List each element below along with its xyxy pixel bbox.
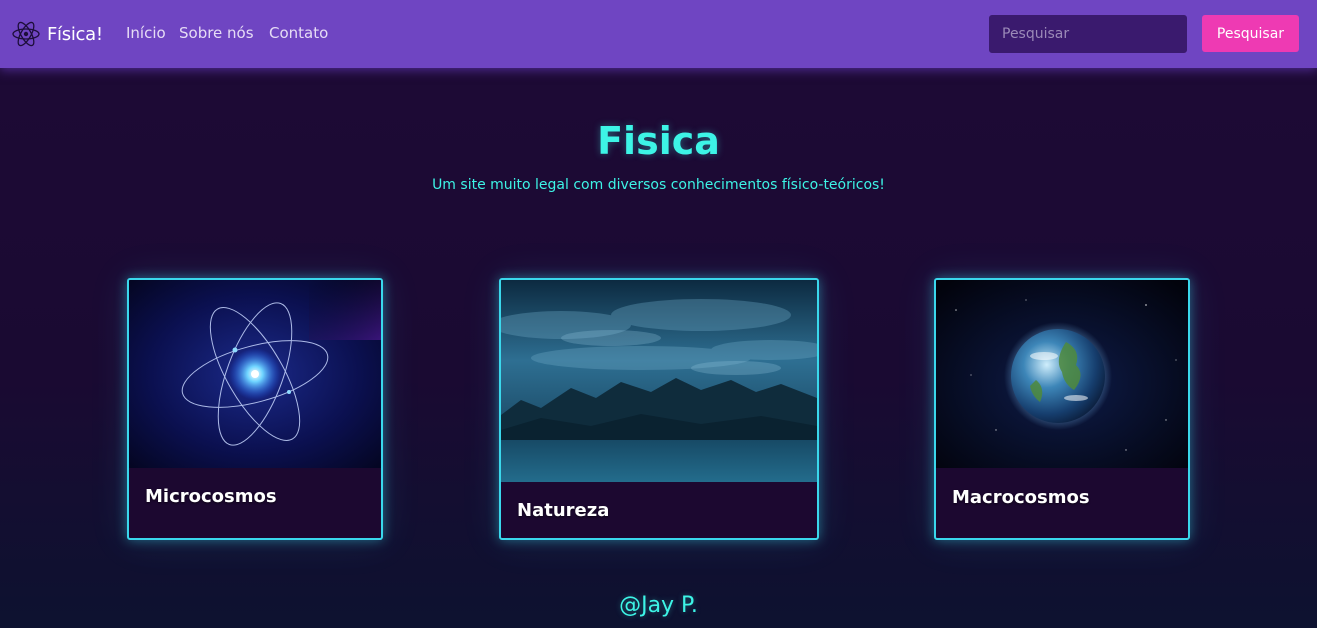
footer-credit: @Jay P. [619,593,698,618]
card-microcosmos[interactable]: Microcosmos [127,278,383,540]
page-title: Fisica [597,119,720,163]
search-button[interactable]: Pesquisar [1202,15,1299,52]
search-input[interactable] [989,15,1187,53]
brand-text: Física! [47,23,103,45]
mountain-lake-image [501,280,817,482]
card-title: Natureza [517,500,610,521]
nav-link-inicio[interactable]: Início [126,24,166,42]
navbar: Física! Início Sobre nós Contato Pesquis… [0,0,1317,68]
card-natureza[interactable]: Natureza [499,278,819,540]
earth-space-image [936,280,1188,468]
card-macrocosmos[interactable]: Macrocosmos [934,278,1190,540]
card-title: Macrocosmos [952,487,1090,508]
atom-orbit-image [129,280,381,468]
nav-link-contato[interactable]: Contato [269,24,328,42]
brand-link[interactable]: Física! [11,17,103,51]
card-title: Microcosmos [145,486,277,507]
atom-icon [12,21,40,47]
nav-link-sobre-nos[interactable]: Sobre nós [179,24,254,42]
page-subtitle: Um site muito legal com diversos conheci… [432,177,885,193]
